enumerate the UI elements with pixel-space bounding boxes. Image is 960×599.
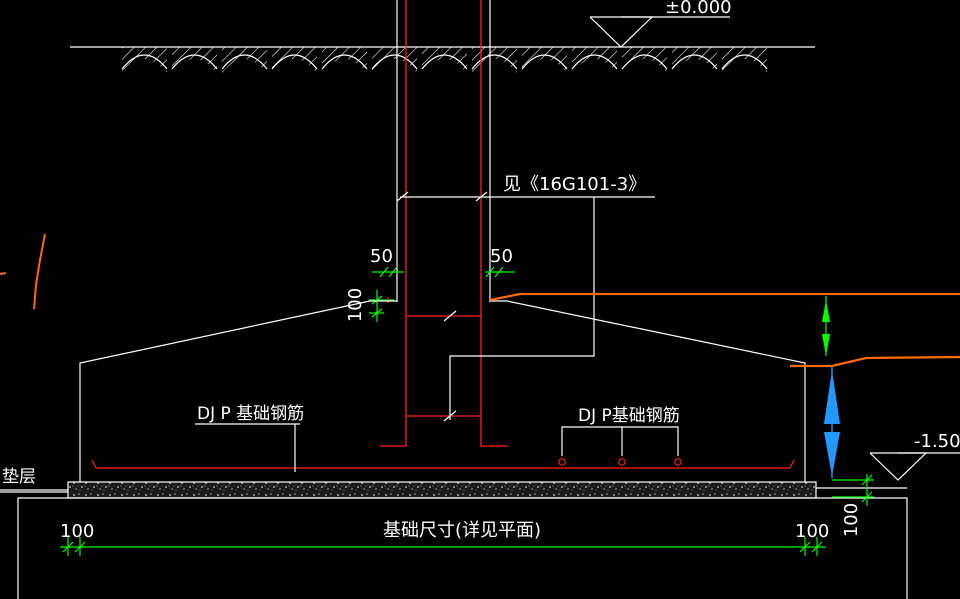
top-offset-label: 100 (345, 288, 366, 322)
excavation-lines (0, 233, 960, 368)
rebar-note-left: DJ P 基础钢筋 (195, 404, 304, 472)
reference-note-label: 见《16G101-3》 (503, 174, 646, 195)
soil-hatch-cell (672, 47, 717, 73)
rebar-dot (558, 458, 566, 466)
soil-hatch-cell (522, 47, 567, 73)
soil-hatch-cell (172, 47, 217, 73)
column (396, 0, 491, 302)
soil-hatch-cell (122, 47, 167, 73)
soil-hatch-cell (322, 47, 367, 73)
soil-hatch-cell (722, 47, 767, 73)
column-rebars (380, 0, 508, 447)
rebar-note-left-label: DJ P 基础钢筋 (197, 404, 304, 424)
edge-left-label: 100 (60, 521, 94, 542)
base-outline (17, 487, 908, 599)
ground-elevation-marker: ±0.000 (589, 0, 732, 48)
cover-right-label: 50 (490, 246, 513, 267)
bottom-elevation-marker: -1.50 (869, 431, 960, 481)
rebar-dot (674, 458, 682, 466)
bottom-rebar (91, 458, 795, 469)
rebar-dot (618, 458, 626, 466)
soil-hatch-cell (622, 47, 667, 73)
soil-hatch-cell (472, 47, 517, 73)
reference-note: 见《16G101-3》 (396, 174, 655, 422)
soil-hatch-cell (272, 47, 317, 73)
footing-section-drawing: ±0.000 见《16G101-3》 50 50 100 DJ P 基础钢筋 D… (0, 0, 960, 599)
level-arrows (822, 296, 840, 478)
edge-right-label: 100 (795, 521, 829, 542)
soil-hatch-cell (222, 47, 267, 73)
ground-elevation-label: ±0.000 (665, 0, 732, 18)
cushion-thickness-dimension: 100 (832, 474, 874, 537)
cushion-thickness-label: 100 (841, 503, 862, 537)
cover-left-label: 50 (370, 246, 393, 267)
cushion-label: 垫层 (2, 467, 36, 487)
soil-hatch-cell (422, 47, 467, 73)
soil-hatch-cell (372, 47, 417, 73)
soil-hatch-cell (572, 47, 617, 73)
footing-outline (79, 300, 806, 482)
cushion-layer: 垫层 (0, 467, 817, 499)
base-size-label: 基础尺寸(详见平面) (383, 520, 541, 541)
base-size-dimension: 100 100 基础尺寸(详见平面) (60, 520, 829, 556)
rebar-note-right-label: DJ P基础钢筋 (578, 406, 680, 426)
soil-hatch (121, 47, 768, 73)
rebar-note-right: DJ P基础钢筋 (561, 406, 680, 456)
bottom-elevation-label: -1.50 (914, 431, 960, 452)
ground-soil (70, 46, 815, 73)
